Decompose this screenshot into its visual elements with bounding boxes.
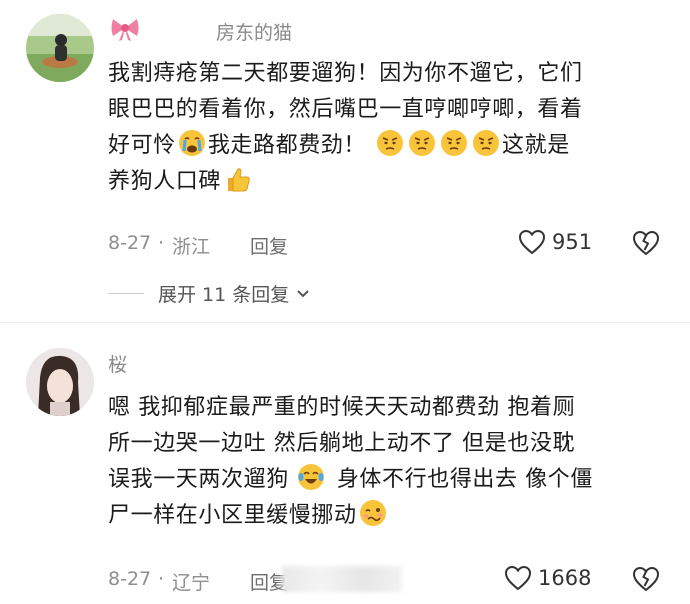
comment-line: 所一边哭一边吐 然后躺地上动不了 但是也没耽 <box>108 431 576 456</box>
comment-text: 我割痔疮第二天都要遛狗！因为你不遛它，它们 眼巴巴的看着你，然后嘴巴一直哼唧哼唧… <box>108 56 668 200</box>
comment-fragment: 这就是 <box>502 133 570 158</box>
pink-bow-icon <box>110 16 140 46</box>
heart-icon <box>518 229 546 255</box>
like-button[interactable]: 951 <box>518 229 592 255</box>
annoyed-face-emoji <box>376 129 404 157</box>
expand-divider-line <box>108 293 144 294</box>
comment-fragment: 好可怜 <box>108 133 176 158</box>
annoyed-face-emoji <box>440 129 468 157</box>
comment-text: 嗯 我抑郁症最严重的时候天天动都费劲 抱着厕 所一边哭一边吐 然后躺地上动不了 … <box>108 390 668 534</box>
blurred-overlay <box>282 566 402 592</box>
dislike-button[interactable] <box>632 566 660 596</box>
comment-separator-dot: · <box>158 232 165 254</box>
comment-location: 浙江 <box>172 236 211 258</box>
like-count: 951 <box>552 230 593 254</box>
woozy-face-emoji <box>359 499 387 527</box>
broken-heart-icon <box>632 566 660 592</box>
comment-divider <box>0 322 690 323</box>
annoyed-face-emoji <box>472 129 500 157</box>
avatar[interactable] <box>26 348 94 416</box>
like-button[interactable]: 1668 <box>504 565 591 591</box>
thumbs-up-emoji <box>223 165 251 193</box>
comment-line: 尸一样在小区里缓慢挪动 <box>108 498 668 534</box>
comment-line: 嗯 我抑郁症最严重的时候天天动都费劲 抱着厕 <box>108 395 576 420</box>
chevron-down-icon <box>297 289 309 297</box>
heart-icon <box>504 565 532 591</box>
annoyed-face-emoji <box>408 129 436 157</box>
username[interactable]: 桜 <box>108 350 127 377</box>
comment-fragment: 我走路都费劲！ <box>207 133 367 158</box>
comment-separator-dot: · <box>158 568 165 590</box>
comment-fragment: 误我一天两次遛狗 <box>108 467 289 492</box>
crying-face-emoji <box>178 129 206 157</box>
comment-line: 误我一天两次遛狗 身体不行也得出去 像个僵 <box>108 462 668 498</box>
broken-heart-icon <box>632 230 660 256</box>
avatar[interactable] <box>26 14 94 82</box>
like-count: 1668 <box>538 566 592 590</box>
username[interactable]: 房东的猫 <box>216 18 292 45</box>
comment-fragment: 尸一样在小区里缓慢挪动 <box>108 503 357 528</box>
comment-line: 养狗人口碑 <box>108 164 668 200</box>
dislike-button[interactable] <box>632 230 660 260</box>
comment-location: 辽宁 <box>172 572 211 594</box>
comment-line: 好可怜 我走路都费劲！ 这就是 <box>108 128 668 164</box>
reply-button[interactable]: 回复 <box>250 232 288 259</box>
comment-fragment: 养狗人口碑 <box>108 169 222 194</box>
expand-replies-button[interactable]: 展开 11 条回复 <box>108 280 311 307</box>
comment-date: 8-27 <box>108 568 152 590</box>
comment-fragment: 身体不行也得出去 像个僵 <box>336 467 594 492</box>
tears-of-joy-emoji <box>297 463 325 491</box>
comment-date: 8-27 <box>108 232 152 254</box>
comment-line: 我割痔疮第二天都要遛狗！因为你不遛它，它们 <box>108 61 583 86</box>
expand-replies-label: 展开 11 条回复 <box>158 284 290 306</box>
comment-line: 眼巴巴的看着你，然后嘴巴一直哼唧哼唧，看着 <box>108 97 583 122</box>
